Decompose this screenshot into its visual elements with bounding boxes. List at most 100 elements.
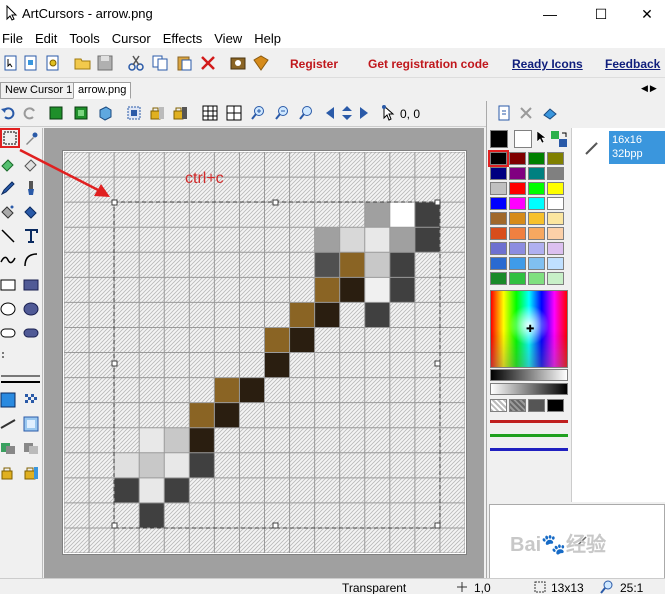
palette-swatch[interactable]: [528, 152, 545, 165]
palette-swatch[interactable]: [490, 182, 507, 195]
new-icon-icon[interactable]: [22, 54, 40, 72]
tab-new-cursor-1[interactable]: New Cursor 1: [0, 82, 78, 99]
palette-swatch[interactable]: [509, 212, 526, 225]
pixel-grid-icon[interactable]: [226, 105, 242, 121]
close-button[interactable]: ✕: [624, 0, 665, 28]
add-format-icon[interactable]: [496, 105, 512, 121]
rounded-rect-filled-icon[interactable]: [23, 325, 39, 341]
menu-tools[interactable]: Tools: [63, 31, 105, 46]
palette-swatch[interactable]: [528, 227, 545, 240]
help-book-icon[interactable]: [252, 54, 270, 72]
feedback-link[interactable]: Feedback: [605, 57, 660, 71]
palette-swatch[interactable]: [488, 150, 509, 167]
palette-swatch[interactable]: [490, 227, 507, 240]
menu-help[interactable]: Help: [248, 31, 287, 46]
move-vertical-icon[interactable]: [339, 105, 355, 121]
palette-swatch[interactable]: [490, 257, 507, 270]
format-item-selected[interactable]: 16x16 32bpp: [609, 131, 665, 164]
palette-swatch[interactable]: [547, 227, 564, 240]
opaque-mode-icon[interactable]: [0, 392, 16, 408]
red-channel-slider[interactable]: [490, 420, 568, 423]
eraser-format-icon[interactable]: [542, 105, 558, 121]
lock-pixels-icon[interactable]: [0, 464, 16, 480]
layer-merge-icon[interactable]: [0, 440, 16, 456]
ready-icons-link[interactable]: Ready Icons: [512, 57, 583, 71]
paste-icon[interactable]: [175, 54, 193, 72]
hotspot-icon[interactable]: [380, 105, 396, 121]
brightness-slider[interactable]: [490, 383, 568, 395]
menu-edit[interactable]: Edit: [29, 31, 63, 46]
rectangle-filled-icon[interactable]: [23, 277, 39, 293]
palette-swatch[interactable]: [509, 182, 526, 195]
palette-swatch[interactable]: [490, 272, 507, 285]
frame-add-icon[interactable]: [73, 105, 89, 121]
frame-green-icon[interactable]: [48, 105, 64, 121]
maximize-button[interactable]: ☐: [578, 0, 624, 28]
palette-swatch[interactable]: [509, 152, 526, 165]
line-width-icon[interactable]: [0, 372, 40, 388]
register-link[interactable]: Register: [290, 57, 338, 71]
soft-brush-icon[interactable]: [23, 416, 39, 432]
palette-swatch[interactable]: [528, 182, 545, 195]
palette-swatch[interactable]: [547, 197, 564, 210]
secondary-color[interactable]: [514, 130, 532, 148]
menu-effects[interactable]: Effects: [157, 31, 209, 46]
lock-alpha-icon[interactable]: [23, 464, 39, 480]
move-right-icon[interactable]: [356, 105, 372, 121]
palette-swatch[interactable]: [547, 242, 564, 255]
primary-color[interactable]: [490, 130, 508, 148]
tab-scroll-arrows[interactable]: ◀▶: [641, 83, 659, 94]
palette-swatch[interactable]: [547, 152, 564, 165]
zoom-fit-icon[interactable]: [298, 105, 314, 121]
save-icon[interactable]: [96, 54, 114, 72]
select-all-icon[interactable]: [126, 105, 142, 121]
redo-icon[interactable]: [22, 105, 38, 121]
palette-swatch[interactable]: [528, 212, 545, 225]
lock-color-icon[interactable]: [172, 105, 188, 121]
palette-swatch[interactable]: [528, 257, 545, 270]
arc-tool-icon[interactable]: [23, 252, 39, 268]
open-folder-icon[interactable]: [74, 54, 92, 72]
copy-icon[interactable]: [151, 54, 169, 72]
undo-icon[interactable]: [0, 105, 16, 121]
delete-icon[interactable]: [199, 54, 217, 72]
palette-swatch[interactable]: [528, 242, 545, 255]
palette-swatch[interactable]: [528, 167, 545, 180]
palette-swatch[interactable]: [490, 212, 507, 225]
palette-swatch[interactable]: [509, 272, 526, 285]
delete-format-icon[interactable]: [518, 105, 534, 121]
text-tool-icon[interactable]: [23, 228, 39, 244]
get-registration-code-link[interactable]: Get registration code: [368, 57, 489, 71]
3d-cube-icon[interactable]: [97, 105, 113, 121]
green-channel-slider[interactable]: [490, 434, 568, 437]
pattern-swatch[interactable]: [528, 399, 545, 412]
ellipse-filled-icon[interactable]: [23, 301, 39, 317]
palette-swatch[interactable]: [509, 242, 526, 255]
zoom-out-icon[interactable]: [274, 105, 290, 121]
cursor-library-icon[interactable]: [229, 54, 247, 72]
palette-swatch[interactable]: [547, 257, 564, 270]
dither-mode-icon[interactable]: [23, 392, 39, 408]
selection-handle[interactable]: [434, 199, 441, 206]
gray-slider[interactable]: [490, 369, 568, 381]
move-left-icon[interactable]: [322, 105, 338, 121]
pattern-swatch[interactable]: [509, 399, 526, 412]
blue-channel-slider[interactable]: [490, 448, 568, 451]
zoom-in-icon[interactable]: [250, 105, 266, 121]
menu-cursor[interactable]: Cursor: [106, 31, 157, 46]
menu-view[interactable]: View: [208, 31, 248, 46]
dotted-style-icon[interactable]: [0, 348, 16, 364]
palette-swatch[interactable]: [509, 197, 526, 210]
palette-swatch[interactable]: [490, 167, 507, 180]
layer-copy-icon[interactable]: [23, 440, 39, 456]
palette-swatch[interactable]: [528, 272, 545, 285]
palette-swatch[interactable]: [490, 242, 507, 255]
curve-tool-icon[interactable]: [0, 252, 16, 268]
pattern-swatch[interactable]: [547, 399, 564, 412]
tab-arrow-png[interactable]: arrow.png: [73, 82, 132, 99]
minimize-button[interactable]: —: [527, 0, 573, 28]
menu-file[interactable]: File: [0, 31, 29, 46]
palette-swatch[interactable]: [528, 197, 545, 210]
swap-colors-icon[interactable]: [550, 130, 568, 148]
palette-swatch[interactable]: [509, 257, 526, 270]
